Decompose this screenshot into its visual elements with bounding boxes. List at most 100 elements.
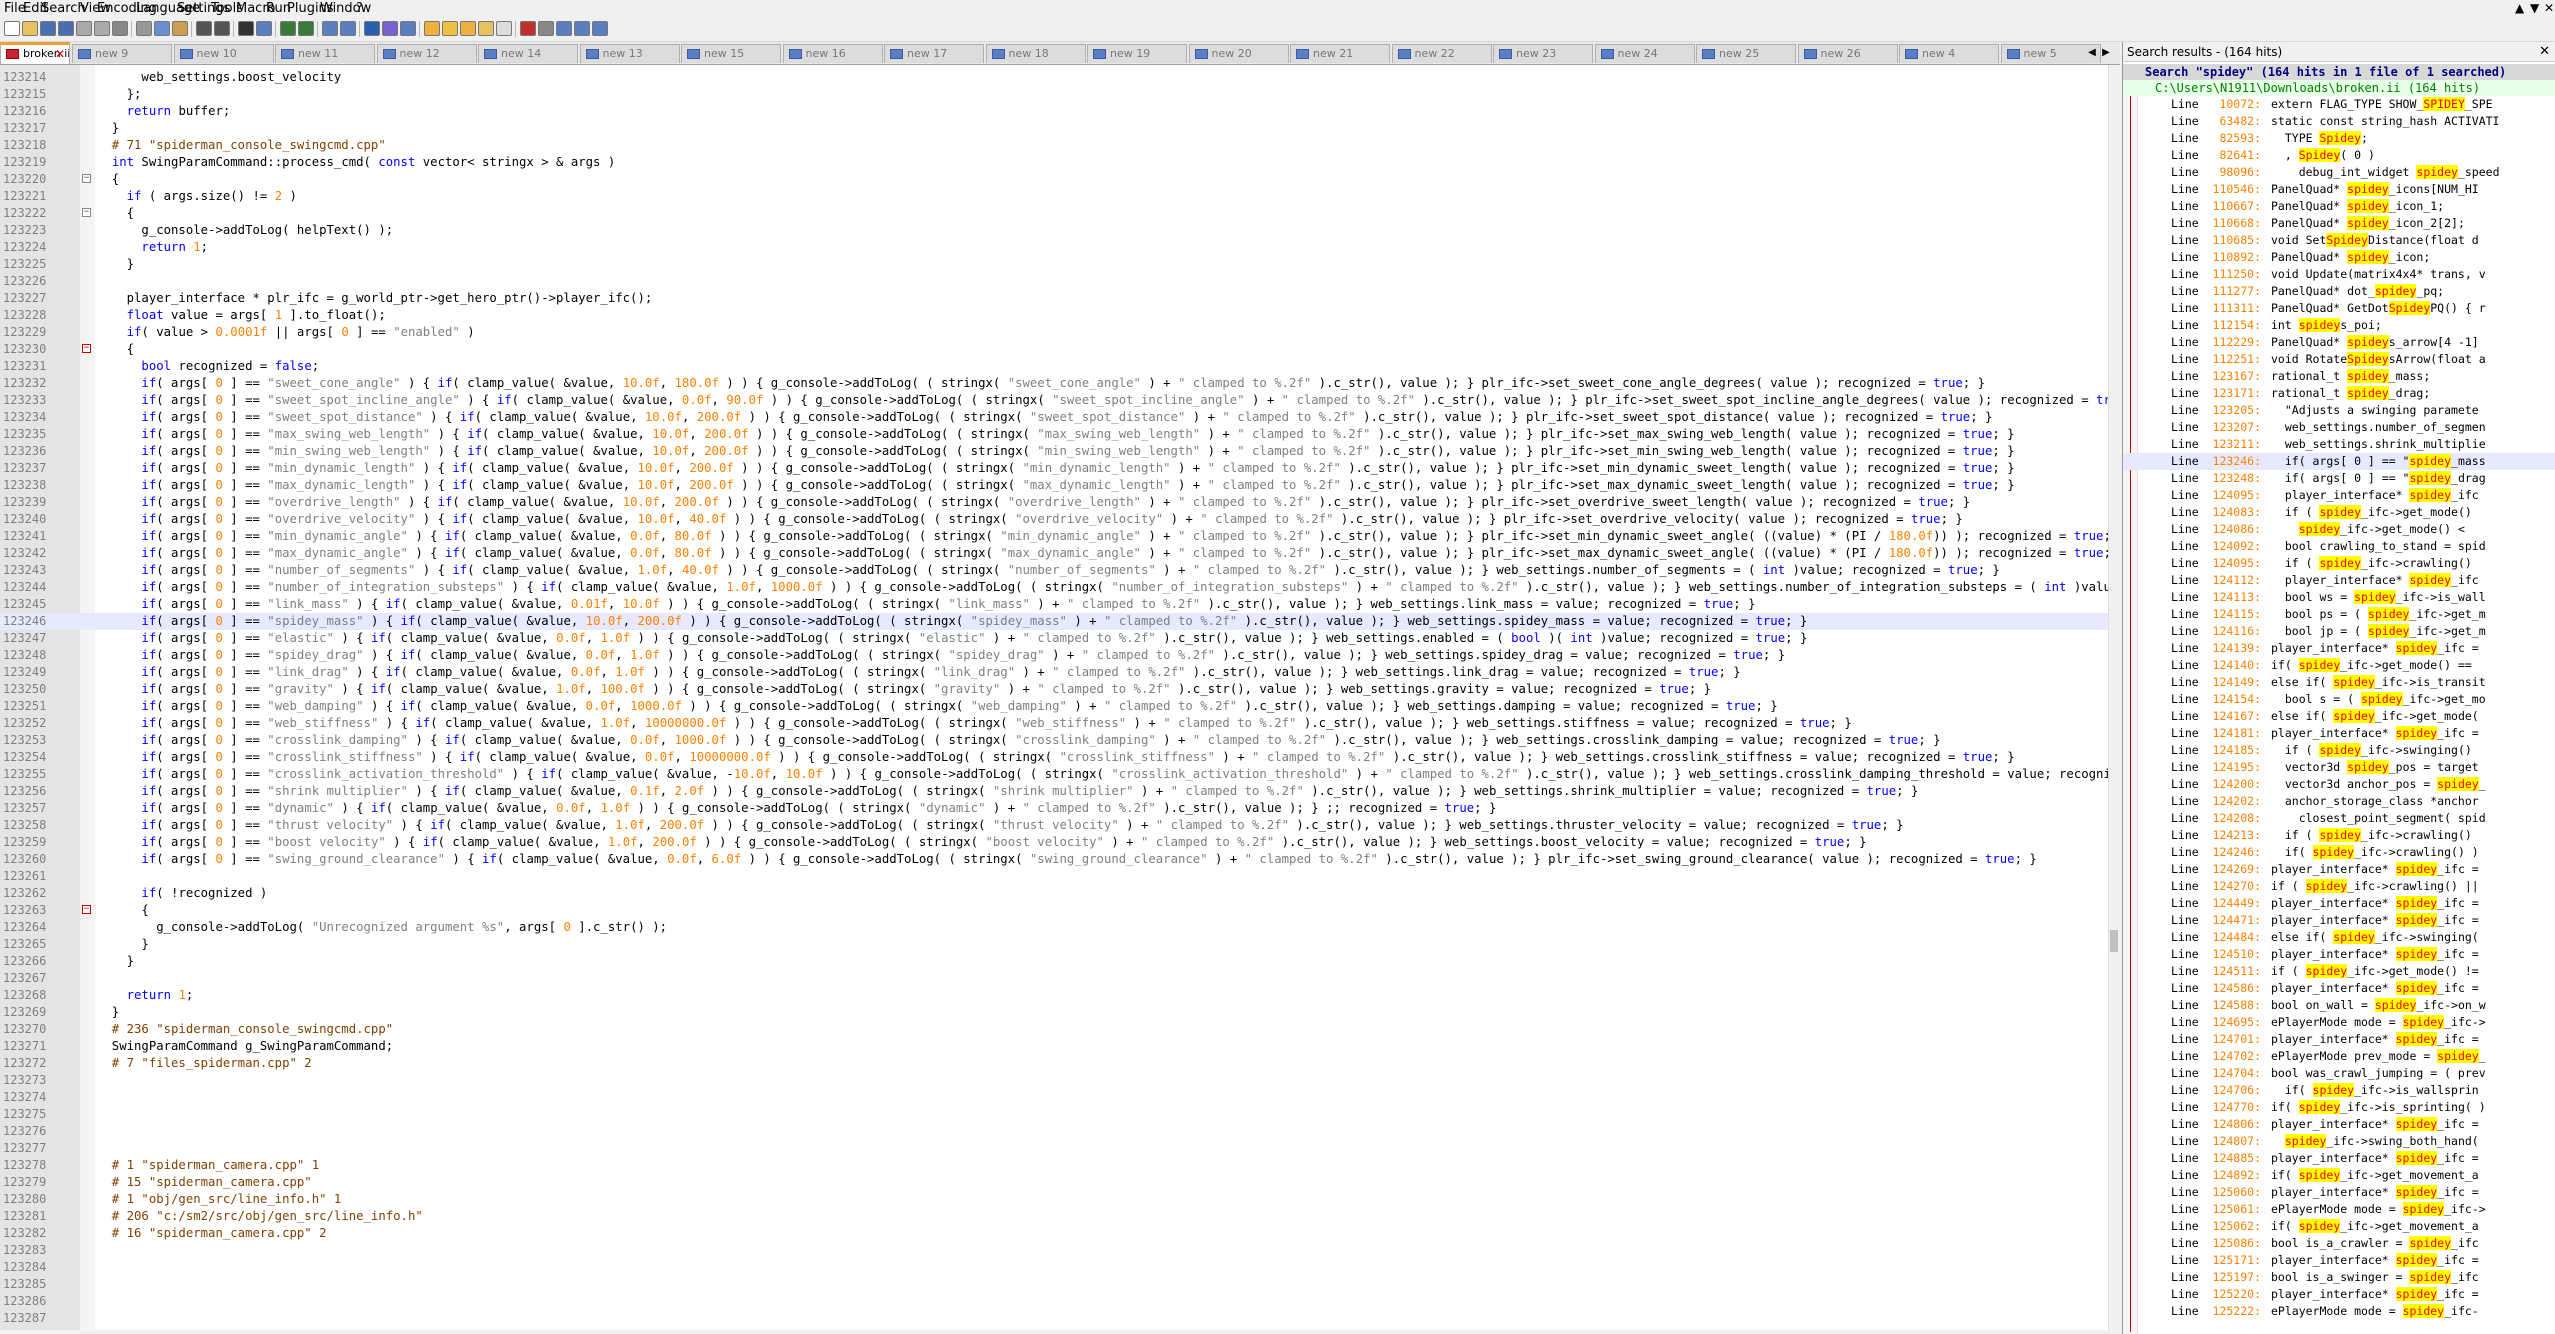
search-result-row[interactable]: Line 125086: bool is_a_crawler = spidey_if… (2123, 1235, 2555, 1252)
search-result-row[interactable]: Line 125060: player_interface* spidey_ifc … (2123, 1184, 2555, 1201)
code-line[interactable]: 123246 if( args[ 0 ] == "spidey_mass" ) … (0, 613, 2108, 630)
code-line[interactable]: 123257 if( args[ 0 ] == "dynamic" ) { if… (0, 800, 2108, 817)
tab-new-13[interactable]: new 13 (579, 44, 680, 63)
code-line[interactable]: 123264 g_console->addToLog( "Unrecognize… (0, 919, 2108, 936)
code-line[interactable]: 123283 (0, 1242, 2108, 1259)
tab-new-21[interactable]: new 21 (1290, 44, 1390, 63)
code-line[interactable]: 123236 if( args[ 0 ] == "min_swing_web_l… (0, 443, 2108, 460)
tab-new-14[interactable]: new 14 (478, 44, 578, 63)
restore-down-icon[interactable]: ▼ (2530, 1, 2539, 15)
search-result-row[interactable]: Line 123248: if( args[ 0 ] == "spidey_dra… (2123, 470, 2555, 487)
search-result-row[interactable]: Line 123211: web_settings.shrink_multipli… (2123, 436, 2555, 453)
play-macro-icon[interactable] (556, 21, 572, 36)
code-line[interactable]: 123263 − { (0, 902, 2108, 919)
search-result-row[interactable]: Line 125220: player_interface* spidey_ifc … (2123, 1286, 2555, 1303)
code-line[interactable]: 123273 (0, 1072, 2108, 1089)
search-result-row[interactable]: Line 124167: else if( spidey_ifc->get_mode… (2123, 708, 2555, 725)
save-icon[interactable] (40, 21, 56, 36)
save-all-icon[interactable] (58, 21, 74, 36)
close-icon[interactable] (76, 21, 92, 36)
search-result-row[interactable]: Line 124586: player_interface* spidey_ifc … (2123, 980, 2555, 997)
stop-record-icon[interactable] (538, 21, 554, 36)
code-line[interactable]: 123243 if( args[ 0 ] == "number_of_segme… (0, 562, 2108, 579)
code-line[interactable]: 123214 web_settings.boost_velocity (0, 69, 2108, 86)
all-chars-icon[interactable] (382, 21, 398, 36)
code-line[interactable]: 123280 # 1 "obj/gen_src/line_info.h" 1 (0, 1191, 2108, 1208)
search-result-row[interactable]: Line 125061: ePlayerMode mode = spidey_ifc… (2123, 1201, 2555, 1218)
editor-vertical-scrollbar[interactable] (2108, 65, 2121, 1330)
search-result-row[interactable]: Line 124704: bool was_crawl_jumping = ( pr… (2123, 1065, 2555, 1082)
search-result-row[interactable]: Line 124706: if( spidey_ifc->is_wallsprin (2123, 1082, 2555, 1099)
code-line[interactable]: 123217 } (0, 120, 2108, 137)
code-line[interactable]: 123227 player_interface * plr_ifc = g_wo… (0, 290, 2108, 307)
zoom-out-icon[interactable] (298, 21, 314, 36)
editor[interactable]: 123214 web_settings.boost_velocity 123215… (0, 65, 2108, 1330)
code-line[interactable]: 123234 if( args[ 0 ] == "sweet_spot_dist… (0, 409, 2108, 426)
code-line[interactable]: 123225 } (0, 256, 2108, 273)
code-line[interactable]: 123241 if( args[ 0 ] == "min_dynamic_ang… (0, 528, 2108, 545)
menu-search[interactable]: Search (41, 1, 86, 16)
search-result-row[interactable]: Line 124115: bool ps = ( spidey_ifc->get_… (2123, 606, 2555, 623)
code-line[interactable]: 123237 if( args[ 0 ] == "min_dynamic_len… (0, 460, 2108, 477)
code-line[interactable]: 123277 (0, 1140, 2108, 1157)
search-result-row[interactable]: Line 124449: player_interface* spidey_ifc … (2123, 895, 2555, 912)
code-line[interactable]: 123226 (0, 273, 2108, 290)
code-line[interactable]: 123230 − { (0, 341, 2108, 358)
tab-new-22[interactable]: new 22 (1391, 44, 1492, 63)
func-list-icon[interactable] (460, 21, 476, 36)
code-line[interactable]: 123287 (0, 1310, 2108, 1327)
code-area[interactable]: 123214 web_settings.boost_velocity 123215… (0, 69, 2108, 1327)
search-result-row[interactable]: Line 124471: player_interface* spidey_ifc … (2123, 912, 2555, 929)
search-result-row[interactable]: Line 123167: rational_t spidey_mass; (2123, 368, 2555, 385)
search-result-row[interactable]: Line 124195: vector3d spidey_pos = target (2123, 759, 2555, 776)
code-line[interactable]: 123249 if( args[ 0 ] == "link_drag" ) { … (0, 664, 2108, 681)
search-summary[interactable]: Search "spidey" (164 hits in 1 file of 1… (2123, 64, 2555, 80)
code-line[interactable]: 123220 − { (0, 171, 2108, 188)
code-line[interactable]: 123216 return buffer; (0, 103, 2108, 120)
search-result-row[interactable]: Line 124116: bool jp = ( spidey_ifc->get_… (2123, 623, 2555, 640)
indent-guide-icon[interactable] (400, 21, 416, 36)
udl-icon[interactable] (424, 21, 440, 36)
code-line[interactable]: 123278 # 1 "spiderman_camera.cpp" 1 (0, 1157, 2108, 1174)
search-result-row[interactable]: Line 82593: TYPE Spidey; (2123, 130, 2555, 147)
code-line[interactable]: 123276 (0, 1123, 2108, 1140)
save-macro-icon[interactable] (592, 21, 608, 36)
folder-icon[interactable] (478, 21, 494, 36)
search-result-row[interactable]: Line 110667: PanelQuad* spidey_icon_1; (2123, 198, 2555, 215)
code-line[interactable]: 123255 if( args[ 0 ] == "crosslink_activ… (0, 766, 2108, 783)
code-line[interactable]: 123232 if( args[ 0 ] == "sweet_cone_angl… (0, 375, 2108, 392)
search-result-row[interactable]: Line 111311: PanelQuad* GetDotSpideyPQ() {… (2123, 300, 2555, 317)
search-result-row[interactable]: Line 123246: if( args[ 0 ] == "spidey_mas… (2123, 453, 2555, 470)
code-line[interactable]: 123238 if( args[ 0 ] == "max_dynamic_len… (0, 477, 2108, 494)
search-result-row[interactable]: Line 125197: bool is_a_swinger = spidey_if… (2123, 1269, 2555, 1286)
print-icon[interactable] (112, 21, 128, 36)
search-result-row[interactable]: Line 124086: spidey_ifc->get_mode() < (2123, 521, 2555, 538)
code-line[interactable]: 123222 − { (0, 205, 2108, 222)
search-result-row[interactable]: Line 124270: if ( spidey_ifc->crawling() |… (2123, 878, 2555, 895)
code-line[interactable]: 123286 (0, 1293, 2108, 1310)
menu-window[interactable]: Window (320, 1, 371, 16)
code-line[interactable]: 123267 (0, 970, 2108, 987)
search-result-row[interactable]: Line 124702: ePlayerMode prev_mode = spide… (2123, 1048, 2555, 1065)
code-line[interactable]: 123247 if( args[ 0 ] == "elastic" ) { if… (0, 630, 2108, 647)
code-line[interactable]: 123285 (0, 1276, 2108, 1293)
paste-icon[interactable] (172, 21, 188, 36)
scrollbar-thumb[interactable] (2110, 930, 2118, 952)
search-result-row[interactable]: Line 125062: if( spidey_ifc->get_movement_… (2123, 1218, 2555, 1235)
search-result-row[interactable]: Line 124213: if ( spidey_ifc->crawling() (2123, 827, 2555, 844)
search-result-row[interactable]: Line 110892: PanelQuad* spidey_icon; (2123, 249, 2555, 266)
search-result-row[interactable]: Line 110668: PanelQuad* spidey_icon_2[2]; (2123, 215, 2555, 232)
tab-new-9[interactable]: new 9 (72, 44, 172, 63)
search-result-row[interactable]: Line 82641: , Spidey( 0 ) (2123, 147, 2555, 164)
fold-toggle-icon[interactable]: − (82, 174, 91, 183)
search-result-row[interactable]: Line 124112: player_interface* spidey_ifc (2123, 572, 2555, 589)
code-line[interactable]: 123215 }; (0, 86, 2108, 103)
code-line[interactable]: 123268 return 1; (0, 987, 2108, 1004)
tab-new-12[interactable]: new 12 (376, 44, 477, 63)
open-file-icon[interactable] (22, 21, 38, 36)
code-line[interactable]: 123219 int SwingParamCommand::process_cm… (0, 154, 2108, 171)
code-line[interactable]: 123223 g_console->addToLog( helpText() )… (0, 222, 2108, 239)
tab-close-icon[interactable]: ✕ (55, 45, 65, 63)
code-line[interactable]: 123258 if( args[ 0 ] == "thrust velocity… (0, 817, 2108, 834)
code-line[interactable]: 123245 if( args[ 0 ] == "link_mass" ) { … (0, 596, 2108, 613)
